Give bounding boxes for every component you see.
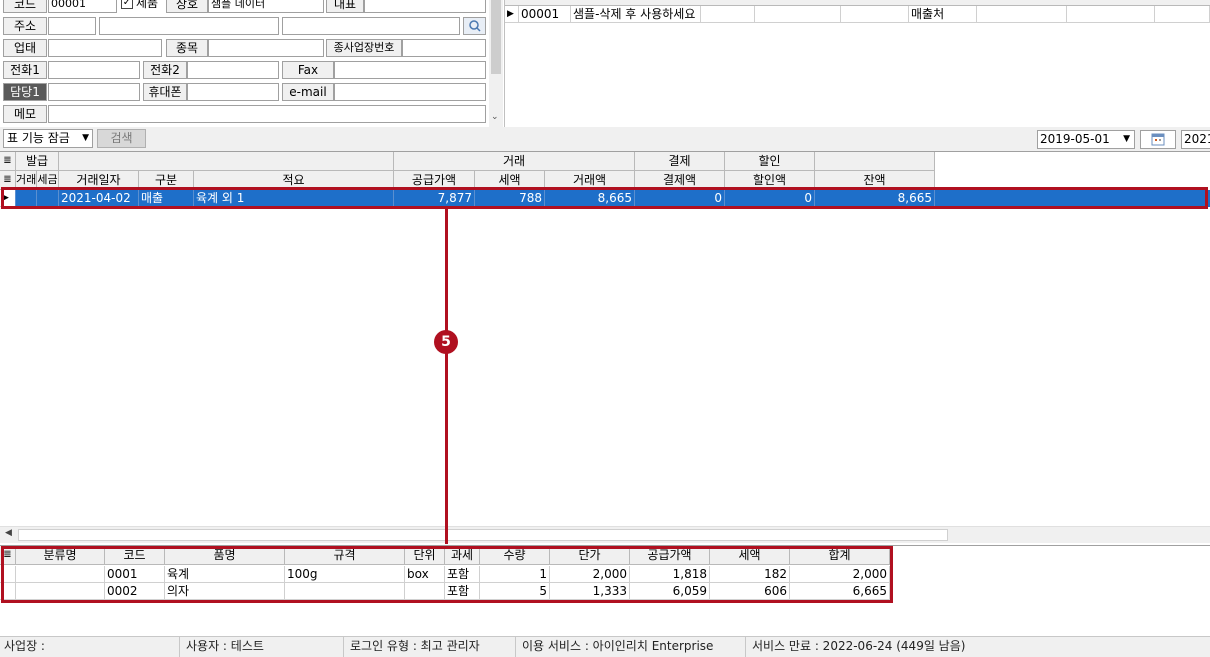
lock-dropdown[interactable]: 표 기능 잠금 ▼ <box>3 129 93 148</box>
chevron-down-icon: ▼ <box>1123 134 1130 144</box>
status-service: 이용 서비스 : 아이인리치 Enterprise <box>518 637 746 657</box>
group-header-trade: 거래 <box>394 152 635 171</box>
customer-form: 코드 00001 ✓ 제품 상호 샘플 데이터 대표 주소 업태 종목 종사업장… <box>0 0 505 127</box>
manager-label: 담당1 <box>3 83 47 101</box>
group-header-blank <box>59 152 394 171</box>
item-field[interactable] <box>208 39 324 57</box>
email-label: e-mail <box>282 83 334 101</box>
status-business: 사업장 : <box>0 637 180 657</box>
customer-cell <box>701 6 755 23</box>
callout-line <box>445 208 448 544</box>
memo-field[interactable] <box>48 105 486 123</box>
fax-field[interactable] <box>334 61 486 79</box>
detail-highlight-box <box>1 546 893 603</box>
form-scrollbar[interactable]: ⌄ <box>489 0 503 127</box>
row-pointer-icon: ▶ <box>505 6 519 23</box>
calendar-icon <box>1151 133 1165 146</box>
zipcode-field[interactable] <box>48 17 96 35</box>
date-to-picker[interactable]: 2021- <box>1181 130 1210 149</box>
address-search-button[interactable] <box>463 17 486 35</box>
calendar-button[interactable] <box>1140 130 1176 149</box>
item-label: 종목 <box>166 39 208 57</box>
group-header-issue: 발급 <box>16 152 59 171</box>
code-field[interactable]: 00001 <box>48 0 117 13</box>
business-type-label: 업태 <box>3 39 47 57</box>
mobile-label: 휴대폰 <box>143 83 187 101</box>
search-button[interactable]: 검색 <box>97 129 146 148</box>
customer-grid: ▶ 00001 샘플-삭제 후 사용하세요 매출처 <box>505 0 1210 127</box>
status-login-type: 로그인 유형 : 최고 관리자 <box>346 637 516 657</box>
memo-label: 메모 <box>3 105 47 123</box>
customer-cell <box>977 6 1067 23</box>
group-header-payment: 결제 <box>635 152 725 171</box>
code-label: 코드 <box>3 0 47 13</box>
horizontal-scrollbar[interactable]: ◀ <box>0 526 1210 543</box>
product-checkbox-label: 제품 <box>136 0 159 10</box>
customer-name: 샘플-삭제 후 사용하세요 <box>571 6 701 23</box>
phone1-field[interactable] <box>48 61 140 79</box>
phone1-label: 전화1 <box>3 61 47 79</box>
grid-menu-icon[interactable]: ≣ <box>0 152 16 171</box>
scroll-down-icon[interactable]: ⌄ <box>491 112 499 122</box>
status-expiry: 서비스 만료 : 2022-06-24 (449일 남음) <box>752 639 966 653</box>
rep-field[interactable] <box>364 0 486 13</box>
date-from-picker[interactable]: 2019-05-01 ▼ <box>1037 130 1135 149</box>
detail-grid: ≣ 분류명 코드 품명 규격 단위 과세 수량 단가 공급가액 세액 합계 00… <box>0 545 1210 636</box>
callout-badge: 5 <box>434 330 458 354</box>
email-field[interactable] <box>334 83 486 101</box>
customer-cell <box>841 6 909 23</box>
customer-cell <box>755 6 841 23</box>
address-detail-field[interactable] <box>282 17 460 35</box>
fax-label: Fax <box>282 61 334 79</box>
group-header-discount: 할인 <box>725 152 815 171</box>
address-field[interactable] <box>99 17 279 35</box>
date-from-value: 2019-05-01 <box>1040 132 1110 146</box>
rep-label: 대표 <box>326 0 364 13</box>
scroll-left-icon[interactable]: ◀ <box>5 528 12 538</box>
branch-no-label: 종사업장번호 <box>326 39 402 57</box>
address-label: 주소 <box>3 17 47 35</box>
company-field[interactable]: 샘플 데이터 <box>208 0 324 13</box>
customer-row[interactable]: ▶ 00001 샘플-삭제 후 사용하세요 매출처 <box>505 6 1210 24</box>
customer-cell <box>1155 6 1210 23</box>
chevron-down-icon: ▼ <box>82 133 89 143</box>
horizontal-scroll-thumb[interactable] <box>18 529 948 541</box>
customer-code: 00001 <box>519 6 571 23</box>
magnifier-icon <box>469 20 481 32</box>
company-label: 상호 <box>166 0 208 13</box>
row-highlight-box <box>1 187 1208 209</box>
mobile-field[interactable] <box>187 83 279 101</box>
manager-field[interactable] <box>48 83 140 101</box>
product-checkbox[interactable]: ✓ <box>121 0 133 9</box>
status-user: 사용자 : 테스트 <box>182 637 344 657</box>
branch-no-field[interactable] <box>402 39 486 57</box>
phone2-field[interactable] <box>187 61 279 79</box>
customer-type: 매출처 <box>909 6 977 23</box>
phone2-label: 전화2 <box>143 61 187 79</box>
customer-cell <box>1067 6 1155 23</box>
group-header-blank <box>815 152 935 171</box>
lock-dropdown-label: 표 기능 잠금 <box>7 131 70 145</box>
transaction-grid: ≣ 발급 거래 결제 할인 ≣ 거래 세금 거래일자 구분 적요 공급가액 세액… <box>0 151 1210 543</box>
business-type-field[interactable] <box>48 39 162 57</box>
toolbar: 표 기능 잠금 ▼ 검색 2019-05-01 ▼ 2021- <box>0 127 1210 151</box>
form-scroll-thumb[interactable] <box>491 0 501 74</box>
